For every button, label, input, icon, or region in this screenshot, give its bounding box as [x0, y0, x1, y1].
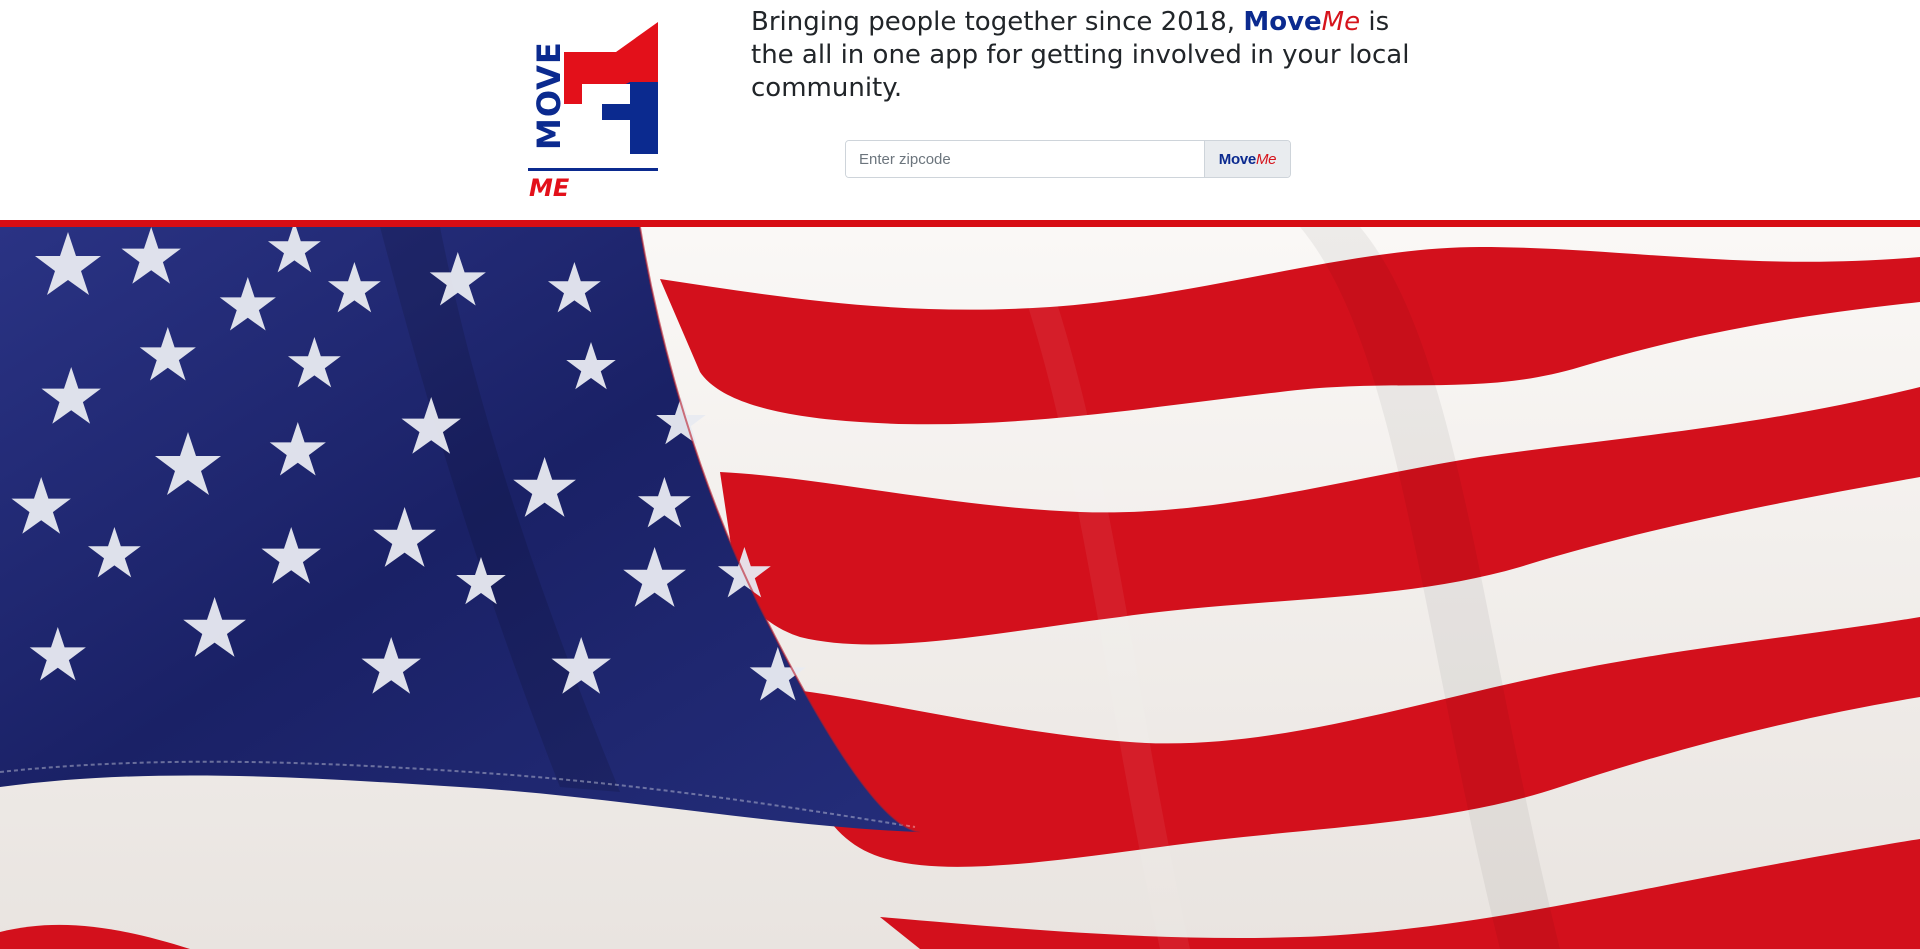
tagline-prefix: Bringing people together since 2018, [751, 7, 1236, 37]
search-button-move: Move [1218, 150, 1256, 168]
american-flag-image [0, 227, 1920, 949]
zipcode-search-group: MoveMe [845, 140, 1291, 178]
moveme-logo[interactable]: MOVE ME [526, 22, 660, 198]
tagline: Bringing people together since 2018, Mov… [751, 6, 1411, 105]
search-button-me: Me [1255, 150, 1277, 168]
tagline-brand-me: Me [1321, 7, 1361, 37]
american-flag-hero-image [0, 227, 1920, 949]
moveme-logo-graphic: MOVE ME [528, 22, 658, 198]
logo-me-text: ME [529, 174, 570, 198]
header-divider [0, 220, 1920, 227]
tagline-brand-move: Move [1243, 7, 1322, 37]
logo-move-text: MOVE [530, 41, 568, 150]
zipcode-input[interactable] [846, 141, 1204, 177]
site-header: MOVE ME Bringing people together since 2… [0, 0, 1920, 220]
moveme-search-button[interactable]: MoveMe [1204, 141, 1290, 177]
